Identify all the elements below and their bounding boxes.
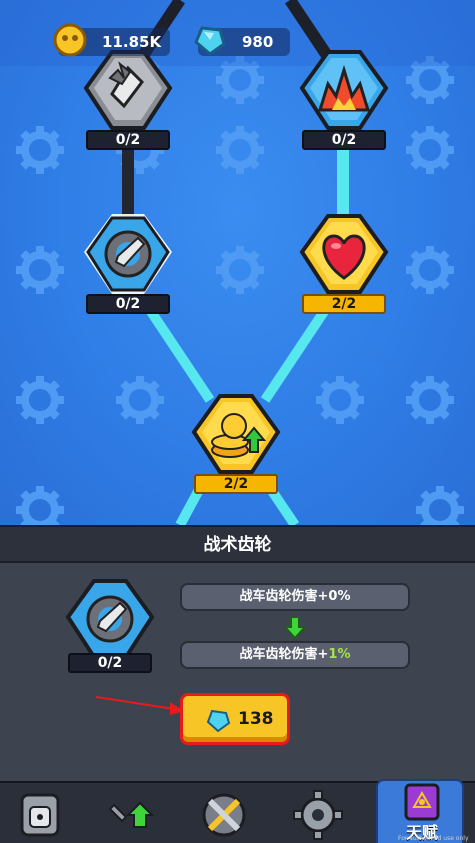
stat-current-value: 0% [328,589,351,604]
selected-talent-icon: 0/2 [64,577,156,677]
gem-icon [194,26,226,56]
talent-node-locked[interactable]: 0/2 [82,48,174,150]
gem-amount: 980 [242,33,274,51]
node-progress-badge: 2/2 [302,294,386,314]
wrench-upgrade-icon [108,801,155,828]
node-progress-badge: 0/2 [86,294,170,314]
stat-next-label: 战车齿轮伤害+ [239,647,329,662]
stat-current: 战车齿轮伤害+0% [180,583,410,611]
talent-node-heart[interactable]: 2/2 [298,212,390,314]
upgrade-button[interactable]: 138 [180,693,290,745]
lock-icon [20,793,60,837]
spellbook-icon [404,783,440,821]
nav-tab-settings[interactable] [290,787,350,843]
stat-current-label: 战车齿轮伤害+ [239,589,329,604]
node-progress-badge: 2/2 [194,474,278,494]
coin-icon [53,23,87,57]
arrow-down-icon [285,617,305,639]
nav-tab-locked[interactable] [12,787,72,843]
node-progress-badge: 0/2 [86,130,170,150]
upgrade-cost: 138 [238,709,274,729]
gem-icon [206,709,231,733]
talent-node-explosion[interactable]: 0/2 [298,48,390,150]
talent-node-coins[interactable]: 2/2 [190,392,282,494]
nav-tab-battle[interactable] [196,787,256,843]
gear-icon [293,790,343,840]
red-arrow-pointer [95,696,184,715]
stat-next-value: 1% [328,647,351,662]
coin-amount: 11.85K [102,33,162,51]
gem-counter: 980 [194,26,290,56]
fineprint: For authorized use only [398,835,469,842]
talent-tree: 0/2 0/2 0/2 2/2 2/2 11.85K 980 [0,0,475,525]
selected-progress-badge: 0/2 [68,653,152,673]
talent-detail-panel: 战术齿轮 0/2 战车齿轮伤害+0% 战车齿轮伤害+1% 138 [0,525,475,781]
talent-node-tactical-gear[interactable]: 0/2 [82,212,174,314]
coin-counter: 11.85K [53,23,170,57]
stat-next: 战车齿轮伤害+1% [180,641,410,669]
crossed-swords-icon [202,793,246,837]
bottom-nav: 天赋 [0,779,475,843]
panel-title: 战术齿轮 [0,525,475,563]
nav-tab-upgrade[interactable] [104,787,164,843]
node-progress-badge: 0/2 [302,130,386,150]
nav-tab-talent[interactable]: 天赋 [376,779,464,843]
